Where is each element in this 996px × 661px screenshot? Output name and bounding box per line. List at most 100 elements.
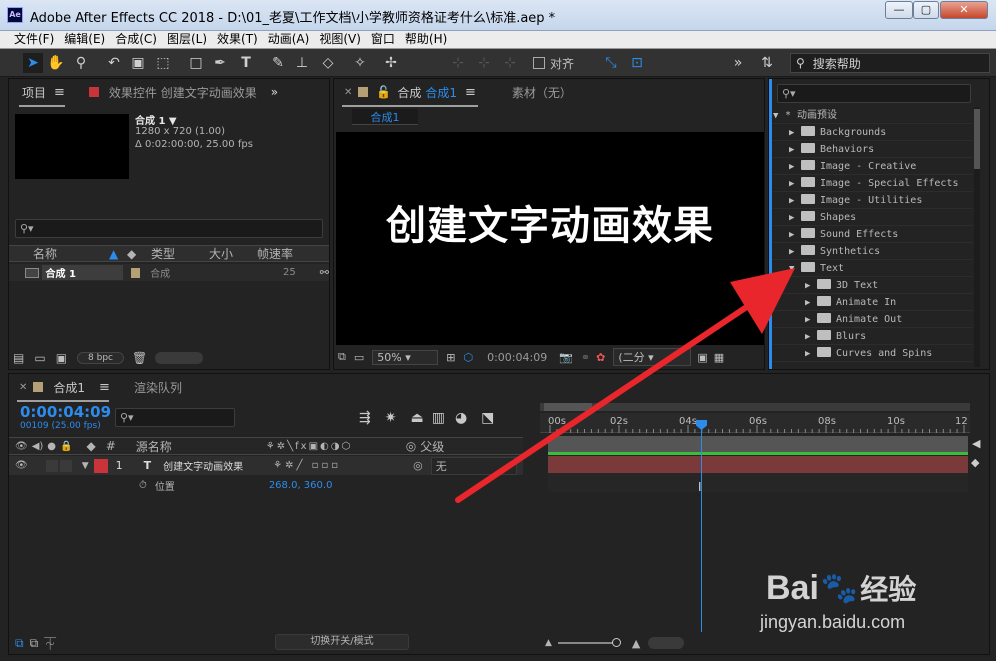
collapsed-triangle-icon[interactable]: ▶	[789, 159, 801, 176]
close-tab-icon[interactable]: ✕	[19, 382, 27, 393]
layer-end-marker-icon[interactable]: ◆	[971, 456, 979, 469]
menu-layer[interactable]: 图层(L)	[162, 31, 212, 48]
collapsed-triangle-icon[interactable]: ▶	[805, 346, 817, 363]
menu-animation[interactable]: 动画(A)	[263, 31, 315, 48]
eraser-tool-icon[interactable]: ◇	[318, 53, 338, 73]
snap-target-icon[interactable]: ⊡	[627, 53, 647, 73]
col-source-name[interactable]: 源名称	[136, 438, 266, 455]
brush-tool-icon[interactable]: ✎	[268, 53, 288, 73]
layer-solo-box[interactable]	[45, 459, 58, 472]
collapsed-triangle-icon[interactable]: ▶	[789, 142, 801, 159]
thumbnail-slider[interactable]	[155, 352, 204, 364]
tree-item[interactable]: ▶ Shapes	[773, 209, 973, 226]
tree-item[interactable]: ▶ 3D Text	[773, 277, 973, 294]
draft-3d-icon[interactable]: ✷	[385, 410, 397, 426]
view-axis-icon[interactable]: ⊹	[500, 53, 520, 73]
tree-item[interactable]: ▶ Blurs	[773, 328, 973, 345]
collapsed-triangle-icon[interactable]: ▶	[805, 295, 817, 312]
maximize-button[interactable]: ▢	[913, 1, 939, 19]
layer-expand-icon[interactable]: ▼	[82, 461, 89, 471]
zoom-dropdown[interactable]: 50% ▾	[372, 349, 439, 365]
trash-icon[interactable]: 🗑	[132, 351, 147, 365]
bit-depth-button[interactable]: 8 bpc	[77, 352, 124, 364]
roto-brush-tool-icon[interactable]: ✧	[350, 53, 370, 73]
project-search-input[interactable]: ⚲▾	[15, 219, 323, 238]
label-color-swatch[interactable]	[130, 267, 141, 278]
clone-stamp-tool-icon[interactable]: ⊥	[292, 53, 312, 73]
pick-whip-icon[interactable]: ◎	[413, 459, 423, 472]
layer-name[interactable]: 创建文字动画效果	[163, 458, 273, 473]
sort-arrow-icon[interactable]: ▲	[109, 247, 127, 261]
collapsed-triangle-icon[interactable]: ▶	[789, 176, 801, 193]
toggle-layer-switches-icon[interactable]: ⧉	[15, 636, 24, 651]
tree-item[interactable]: ▶ Image - Special Effects	[773, 175, 973, 192]
camera-tool-icon[interactable]: ▣	[128, 53, 148, 73]
new-composition-icon[interactable]: ▣	[56, 351, 67, 365]
menu-file[interactable]: 文件(F)	[9, 31, 59, 48]
text-tool-icon[interactable]: T	[236, 53, 256, 73]
snap-options-icon[interactable]: ⤡	[601, 53, 621, 73]
menu-composition[interactable]: 合成(C)	[110, 31, 162, 48]
world-axis-icon[interactable]: ⊹	[474, 53, 494, 73]
tab-render-queue[interactable]: 渲染队列	[134, 379, 182, 396]
comp-flowchart-icon[interactable]: ⇶	[359, 410, 371, 426]
tree-item[interactable]: ▶ Sound Effects	[773, 226, 973, 243]
tree-item[interactable]: ▶ Behaviors	[773, 141, 973, 158]
canvas-text-layer[interactable]: 创建文字动画效果	[336, 193, 764, 251]
lock-switch-icon[interactable]: 🔒	[60, 441, 72, 452]
zoom-slider-thumb[interactable]	[611, 638, 621, 647]
label-tag-icon[interactable]: ◆	[127, 247, 143, 261]
toggle-in-out-icon[interactable]: ⏇	[44, 635, 56, 652]
tree-item[interactable]: ▼Text	[773, 260, 973, 277]
lock-icon[interactable]: 🔓	[376, 85, 391, 99]
effects-search-input[interactable]: ⚲▾	[777, 84, 971, 103]
timeline-zoom-slider[interactable]	[557, 638, 621, 647]
snap-toggle[interactable]: 对齐	[533, 55, 574, 71]
panel-menu-icon[interactable]: ≡	[465, 85, 476, 100]
tab-composition[interactable]: 合成	[397, 84, 421, 101]
layer-label-swatch[interactable]	[93, 458, 108, 473]
col-type[interactable]: 类型	[143, 245, 209, 262]
tab-composition-name[interactable]: 合成1	[425, 84, 457, 101]
tab-footage[interactable]: 素材（无）	[512, 84, 572, 101]
audio-switch-icon[interactable]: ◀)	[32, 441, 44, 452]
close-button[interactable]: ✕	[940, 1, 988, 19]
comp-marker-bin-icon[interactable]: ◀	[972, 437, 980, 450]
toggle-transfer-icon[interactable]: ⧉	[30, 636, 39, 651]
menu-edit[interactable]: 编辑(E)	[59, 31, 110, 48]
project-item-name[interactable]: 合成 1	[41, 265, 123, 280]
collapsed-triangle-icon[interactable]: ▶	[789, 125, 801, 142]
tree-item[interactable]: ▶ Backgrounds	[773, 124, 973, 141]
video-switch-icon[interactable]: 👁	[15, 441, 28, 452]
close-tab-icon[interactable]: ✕	[344, 87, 352, 98]
col-size[interactable]: 大小	[209, 245, 257, 262]
pan-behind-tool-icon[interactable]: ⬚	[153, 53, 173, 73]
property-value[interactable]: 268.0, 360.0	[269, 480, 333, 491]
project-row[interactable]: 合成 1 合成 25 ⚯	[9, 264, 329, 281]
hand-tool-icon[interactable]: ✋	[46, 53, 66, 73]
new-folder-icon[interactable]: ▭	[34, 351, 45, 365]
stopwatch-icon[interactable]: ⏱	[139, 480, 147, 491]
monitor-icon[interactable]: ▭	[354, 351, 364, 364]
layer-visibility-icon[interactable]: 👁	[15, 460, 28, 471]
timeline-search-input[interactable]: ⚲▾	[115, 408, 235, 427]
tab-project[interactable]: 项目	[22, 84, 46, 101]
scrollbar-track[interactable]	[974, 107, 980, 367]
time-navigator[interactable]	[648, 637, 685, 649]
interpret-footage-icon[interactable]: ▤	[13, 351, 24, 365]
collapsed-triangle-icon[interactable]: ▶	[789, 210, 801, 227]
tab-timeline-comp[interactable]: 合成1	[53, 379, 85, 396]
flowchart-icon[interactable]: ⚯	[320, 266, 329, 279]
shy-layers-icon[interactable]: ⏏	[410, 410, 423, 426]
menu-window[interactable]: 窗口	[366, 31, 400, 48]
rectangle-tool-icon[interactable]: □	[186, 53, 206, 73]
scrollbar-thumb[interactable]	[974, 109, 980, 169]
pen-tool-icon[interactable]: ✒	[210, 53, 230, 73]
zoom-in-icon[interactable]: ▲	[632, 637, 640, 650]
collapsed-triangle-icon[interactable]: ▶	[789, 227, 801, 244]
layer-lock-box[interactable]	[59, 459, 72, 472]
solo-switch-icon[interactable]: ●	[47, 441, 56, 452]
always-preview-icon[interactable]: ⧉	[338, 350, 346, 364]
switch-modes-button[interactable]: 切换开关/模式	[275, 634, 409, 650]
menu-view[interactable]: 视图(V)	[314, 31, 366, 48]
